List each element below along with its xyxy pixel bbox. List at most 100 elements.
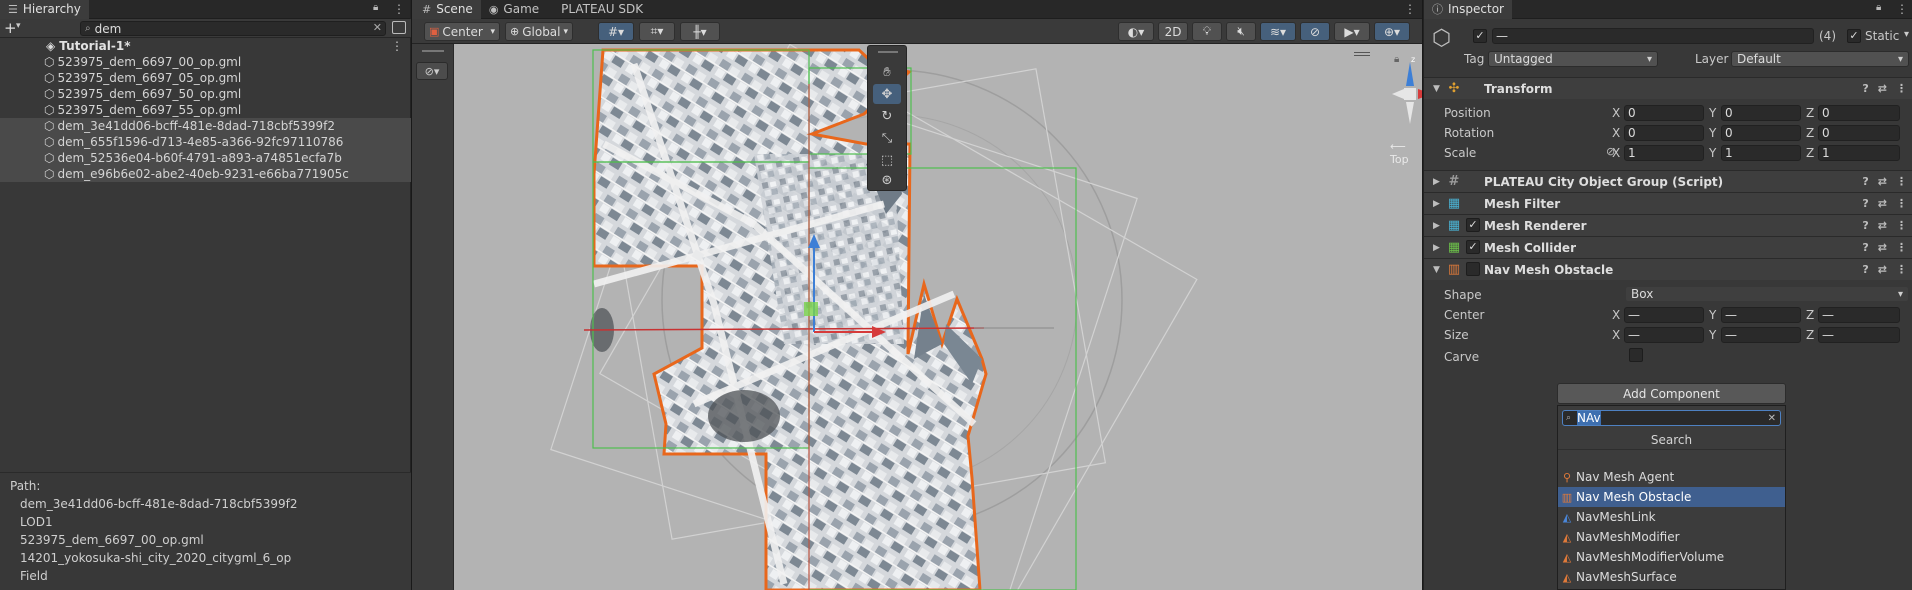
hierarchy-item[interactable]: ⬡ dem_e96b6e02-abe2-40eb-9231-e66ba771905… — [0, 166, 411, 182]
static-checkbox[interactable]: ✓ — [1847, 29, 1861, 43]
transform-rotation-z-field[interactable]: 0 — [1818, 125, 1900, 141]
help-icon[interactable]: ? — [1862, 241, 1868, 254]
transform-position-z-field[interactable]: 0 — [1818, 105, 1900, 121]
kebab-menu-icon[interactable]: ⋮ — [1896, 197, 1907, 210]
center-x-field[interactable]: — — [1624, 307, 1704, 323]
scene-visibility-icon[interactable] — [392, 21, 406, 34]
size-z-field[interactable]: — — [1818, 327, 1900, 343]
add-icon[interactable]: + — [4, 19, 17, 37]
transform-scale-y-field[interactable]: 1 — [1721, 145, 1801, 161]
orientation-gizmo[interactable]: z x — [1384, 54, 1422, 134]
center-z-field[interactable]: — — [1818, 307, 1900, 323]
help-icon[interactable]: ? — [1862, 175, 1868, 188]
component-result-item[interactable]: ◭ NavMeshLink — [1558, 507, 1785, 527]
component-enabled-checkbox[interactable] — [1466, 262, 1480, 276]
chevron-down-icon[interactable]: ▾ — [1904, 29, 1909, 40]
hand-tool[interactable]: ✋︎ — [873, 62, 901, 82]
name-field[interactable]: — — [1492, 28, 1814, 44]
kebab-menu-icon[interactable]: ⋮ — [1896, 263, 1907, 276]
add-component-button[interactable]: Add Component — [1557, 383, 1786, 404]
chevron-down-icon[interactable]: ▾ — [16, 21, 21, 31]
kebab-menu-icon[interactable]: ⋮ — [1404, 2, 1416, 16]
hierarchy-item[interactable]: ⬡ 523975_dem_6697_05_op.gml — [0, 70, 411, 86]
rect-tool[interactable]: ⬚ — [873, 150, 901, 170]
transform-tool[interactable]: ⊛ — [873, 170, 901, 190]
transform-position-y-field[interactable]: 0 — [1721, 105, 1801, 121]
lock-icon[interactable]: 🔒︎ — [1876, 2, 1881, 13]
lock-icon[interactable]: 🔒︎ — [1394, 54, 1399, 65]
help-icon[interactable]: ? — [1862, 197, 1868, 210]
preset-icon[interactable]: ⇄ — [1878, 241, 1887, 254]
component-header[interactable]: ▼ ▥ Nav Mesh Obstacle? ⇄ ⋮ — [1424, 258, 1912, 280]
component-result-item[interactable]: ▥ Nav Mesh Obstacle — [1558, 487, 1785, 507]
component-header[interactable]: ▶ ▦ Mesh Filter? ⇄ ⋮ — [1424, 192, 1912, 214]
component-result-item[interactable]: ◭ NavMeshModifierVolume — [1558, 547, 1785, 567]
preset-icon[interactable]: ⇄ — [1878, 197, 1887, 210]
audio-toggle[interactable]: 🔇︎ — [1226, 22, 1256, 41]
space-dropdown[interactable]: ⊕ Global ▾ — [505, 22, 573, 41]
tab-plateau-sdk[interactable]: PLATEAU SDK — [547, 0, 651, 19]
camera-button[interactable]: ▶▾ — [1334, 22, 1370, 41]
row-menu-icon[interactable]: ⋮ — [391, 39, 403, 53]
hierarchy-item[interactable]: ⬡ dem_52536e04-b60f-4791-a893-a74851ecfa7… — [0, 150, 411, 166]
tab-inspector[interactable]: ⓘ Inspector — [1424, 0, 1512, 19]
kebab-menu-icon[interactable]: ⋮ — [1896, 219, 1907, 232]
transform-rotation-y-field[interactable]: 0 — [1721, 125, 1801, 141]
preset-icon[interactable]: ⇄ — [1878, 263, 1887, 276]
2d-toggle[interactable]: 2D — [1158, 22, 1188, 41]
carve-checkbox[interactable] — [1629, 348, 1643, 362]
ruler-button[interactable]: ╫▾ — [680, 22, 720, 41]
pivot-dropdown[interactable]: ▣ Center ▾ — [424, 22, 500, 41]
move-tool[interactable]: ✥ — [873, 84, 901, 104]
transform-scale-z-field[interactable]: 1 — [1818, 145, 1900, 161]
component-result-item[interactable]: ◭ NavMeshModifier — [1558, 527, 1785, 547]
hierarchy-item[interactable]: ⬡ 523975_dem_6697_50_op.gml — [0, 86, 411, 102]
help-icon[interactable]: ? — [1862, 219, 1868, 232]
drag-handle-icon[interactable] — [878, 51, 898, 53]
component-header[interactable]: ▶ ▦ ✓ Mesh Collider? ⇄ ⋮ — [1424, 236, 1912, 258]
help-icon[interactable]: ? — [1862, 82, 1868, 95]
snap-increment-button[interactable]: ⌗▾ — [639, 22, 675, 41]
transform-header[interactable]: ▼ ✣ Transform ? ⇄ ⋮ — [1424, 77, 1912, 99]
effects-button[interactable]: ≋▾ — [1260, 22, 1296, 41]
lock-icon[interactable]: 🔒︎ — [373, 2, 378, 13]
lighting-toggle[interactable]: 💡︎ — [1192, 22, 1222, 41]
component-enabled-checkbox[interactable]: ✓ — [1466, 240, 1480, 254]
component-header[interactable]: ▶ ▦ ✓ Mesh Renderer? ⇄ ⋮ — [1424, 214, 1912, 236]
scene-viewport[interactable]: z x ⟵ Top 🔒︎ — [454, 44, 1422, 590]
hierarchy-item[interactable]: ⬡ 523975_dem_6697_55_op.gml — [0, 102, 411, 118]
drag-handle-icon[interactable] — [422, 50, 444, 52]
component-search-input[interactable]: ⌕ NAv ✕ — [1562, 410, 1781, 426]
kebab-menu-icon[interactable]: ⋮ — [1896, 241, 1907, 254]
hierarchy-item[interactable]: ⬡ dem_3e41dd06-bcff-481e-8dad-718cbf5399f… — [0, 118, 411, 134]
transform-position-x-field[interactable]: 0 — [1624, 105, 1704, 121]
kebab-menu-icon[interactable]: ⋮ — [1896, 2, 1908, 16]
preset-icon[interactable]: ⇄ — [1878, 175, 1887, 188]
component-result-item[interactable]: ◭ NavMeshSurface — [1558, 567, 1785, 587]
component-result-item[interactable]: ⚲ Nav Mesh Agent — [1558, 467, 1785, 487]
hierarchy-search-input[interactable]: ⌕ dem ✕ — [80, 21, 386, 36]
transform-rotation-x-field[interactable]: 0 — [1624, 125, 1704, 141]
tag-dropdown[interactable]: Untagged — [1488, 51, 1658, 67]
kebab-menu-icon[interactable]: ⋮ — [1896, 82, 1907, 95]
tab-scene[interactable]: # Scene — [412, 0, 481, 19]
hidden-objects-toggle[interactable]: ⊘ — [1300, 22, 1330, 41]
layer-dropdown[interactable]: Default — [1731, 51, 1909, 67]
transform-scale-x-field[interactable]: 1 — [1624, 145, 1704, 161]
hierarchy-root-row[interactable]: ◈ Tutorial-1* ⋮ — [0, 38, 411, 54]
tab-game[interactable]: ◉ Game — [481, 0, 547, 19]
size-y-field[interactable]: — — [1721, 327, 1801, 343]
component-enabled-checkbox[interactable]: ✓ — [1466, 218, 1480, 232]
rotate-tool[interactable]: ↻ — [873, 106, 901, 126]
center-y-field[interactable]: — — [1721, 307, 1801, 323]
preset-icon[interactable]: ⇄ — [1878, 82, 1887, 95]
clear-search-icon[interactable]: ✕ — [373, 21, 382, 34]
grid-snap-button[interactable]: #▾ — [598, 22, 634, 41]
hierarchy-item[interactable]: ⬡ 523975_dem_6697_00_op.gml — [0, 54, 411, 70]
preset-icon[interactable]: ⇄ — [1878, 219, 1887, 232]
shape-dropdown[interactable]: Box — [1625, 286, 1909, 302]
clear-search-icon[interactable]: ✕ — [1768, 413, 1776, 424]
size-x-field[interactable]: — — [1624, 327, 1704, 343]
hierarchy-item[interactable]: ⬡ dem_655f1596-d713-4e85-a366-92fc9711078… — [0, 134, 411, 150]
tab-hierarchy[interactable]: ☰ Hierarchy — [0, 0, 89, 19]
